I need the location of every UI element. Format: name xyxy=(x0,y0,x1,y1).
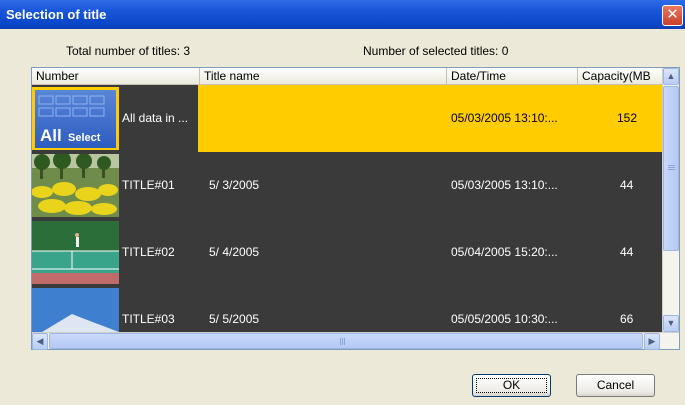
selected-titles-label: Number of selected titles: 0 xyxy=(363,44,509,58)
cell-number: TITLE#03 xyxy=(122,312,175,326)
cancel-button[interactable]: Cancel xyxy=(576,374,655,397)
horizontal-scroll-thumb[interactable] xyxy=(49,333,643,349)
cell-number: TITLE#02 xyxy=(122,245,175,259)
park-thumbnail xyxy=(32,154,119,217)
total-titles-label: Total number of titles: 3 xyxy=(66,44,191,58)
cell-capacity: 44 xyxy=(620,178,634,192)
cell-date-time: 05/03/2005 13:10:... xyxy=(451,111,558,125)
grip-line xyxy=(340,338,341,345)
ok-button[interactable]: OK xyxy=(472,374,551,397)
focus-ring xyxy=(476,378,547,393)
mountain-thumbnail xyxy=(32,288,119,333)
table-row-title-03[interactable]: TITLE#03 5/ 5/2005 05/05/2005 10:30:... … xyxy=(32,286,662,333)
titles-table: Number Title name Date/Time Capacity(MB xyxy=(31,67,680,350)
arrow-left-icon: ◀ xyxy=(36,336,44,346)
cell-date-time: 05/04/2005 15:20:... xyxy=(451,245,558,259)
scroll-up-button[interactable]: ▲ xyxy=(663,68,679,85)
cell-title-name: 5/ 3/2005 xyxy=(209,178,260,192)
arrow-right-icon: ▶ xyxy=(648,336,656,346)
grip-line xyxy=(668,165,675,166)
cell-date-time: 05/03/2005 13:10:... xyxy=(451,178,558,192)
all-select-thumbnail: All Select xyxy=(32,87,119,150)
all-select-big-text: All xyxy=(40,126,62,145)
vertical-scrollbar[interactable]: ▲ ▼ xyxy=(662,68,679,333)
cell-title-name: 5/ 5/2005 xyxy=(209,312,260,326)
cell-title-name: 5/ 4/2005 xyxy=(209,245,260,259)
cell-date-time: 05/05/2005 10:30:... xyxy=(451,312,558,326)
table-row-title-01[interactable]: TITLE#01 5/ 3/2005 05/03/2005 13:10:... … xyxy=(32,152,662,219)
column-header-number[interactable]: Number xyxy=(32,68,200,85)
table-row-title-02[interactable]: TITLE#02 5/ 4/2005 05/04/2005 15:20:... … xyxy=(32,219,662,286)
grip-line xyxy=(668,169,675,170)
close-button[interactable]: ✕ xyxy=(662,5,683,26)
table-row-all-data[interactable]: All Select All data in ... 05/03/2005 13… xyxy=(32,85,662,152)
cell-capacity: 152 xyxy=(617,111,638,125)
arrow-up-icon: ▲ xyxy=(666,71,676,81)
grip-line xyxy=(344,338,345,345)
column-header-capacity[interactable]: Capacity(MB xyxy=(578,68,662,85)
column-header-date-time[interactable]: Date/Time xyxy=(447,68,578,85)
close-icon: ✕ xyxy=(666,6,679,23)
scroll-down-button[interactable]: ▼ xyxy=(663,315,679,332)
cancel-button-label: Cancel xyxy=(596,378,635,392)
cell-number: TITLE#01 xyxy=(122,178,175,192)
arrow-down-icon: ▼ xyxy=(666,318,676,328)
cell-number: All data in ... xyxy=(122,111,189,125)
table-body: All Select All data in ... 05/03/2005 13… xyxy=(32,85,662,333)
horizontal-scrollbar[interactable]: ◀ ▶ xyxy=(32,332,679,350)
cell-capacity: 44 xyxy=(620,245,634,259)
vertical-scroll-thumb[interactable] xyxy=(663,86,679,251)
scroll-left-button[interactable]: ◀ xyxy=(32,333,48,350)
scroll-right-button[interactable]: ▶ xyxy=(644,333,660,350)
window-title: Selection of title xyxy=(6,7,107,22)
title-bar: Selection of title ✕ xyxy=(0,0,685,29)
column-header-title-name[interactable]: Title name xyxy=(200,68,447,85)
all-select-small-text: Select xyxy=(68,132,101,144)
cell-title-name xyxy=(203,85,443,152)
tennis-thumbnail xyxy=(32,221,119,284)
cell-capacity: 66 xyxy=(620,312,634,326)
grip-line xyxy=(668,167,675,168)
table-header: Number Title name Date/Time Capacity(MB xyxy=(32,68,662,85)
grip-line xyxy=(342,338,343,345)
